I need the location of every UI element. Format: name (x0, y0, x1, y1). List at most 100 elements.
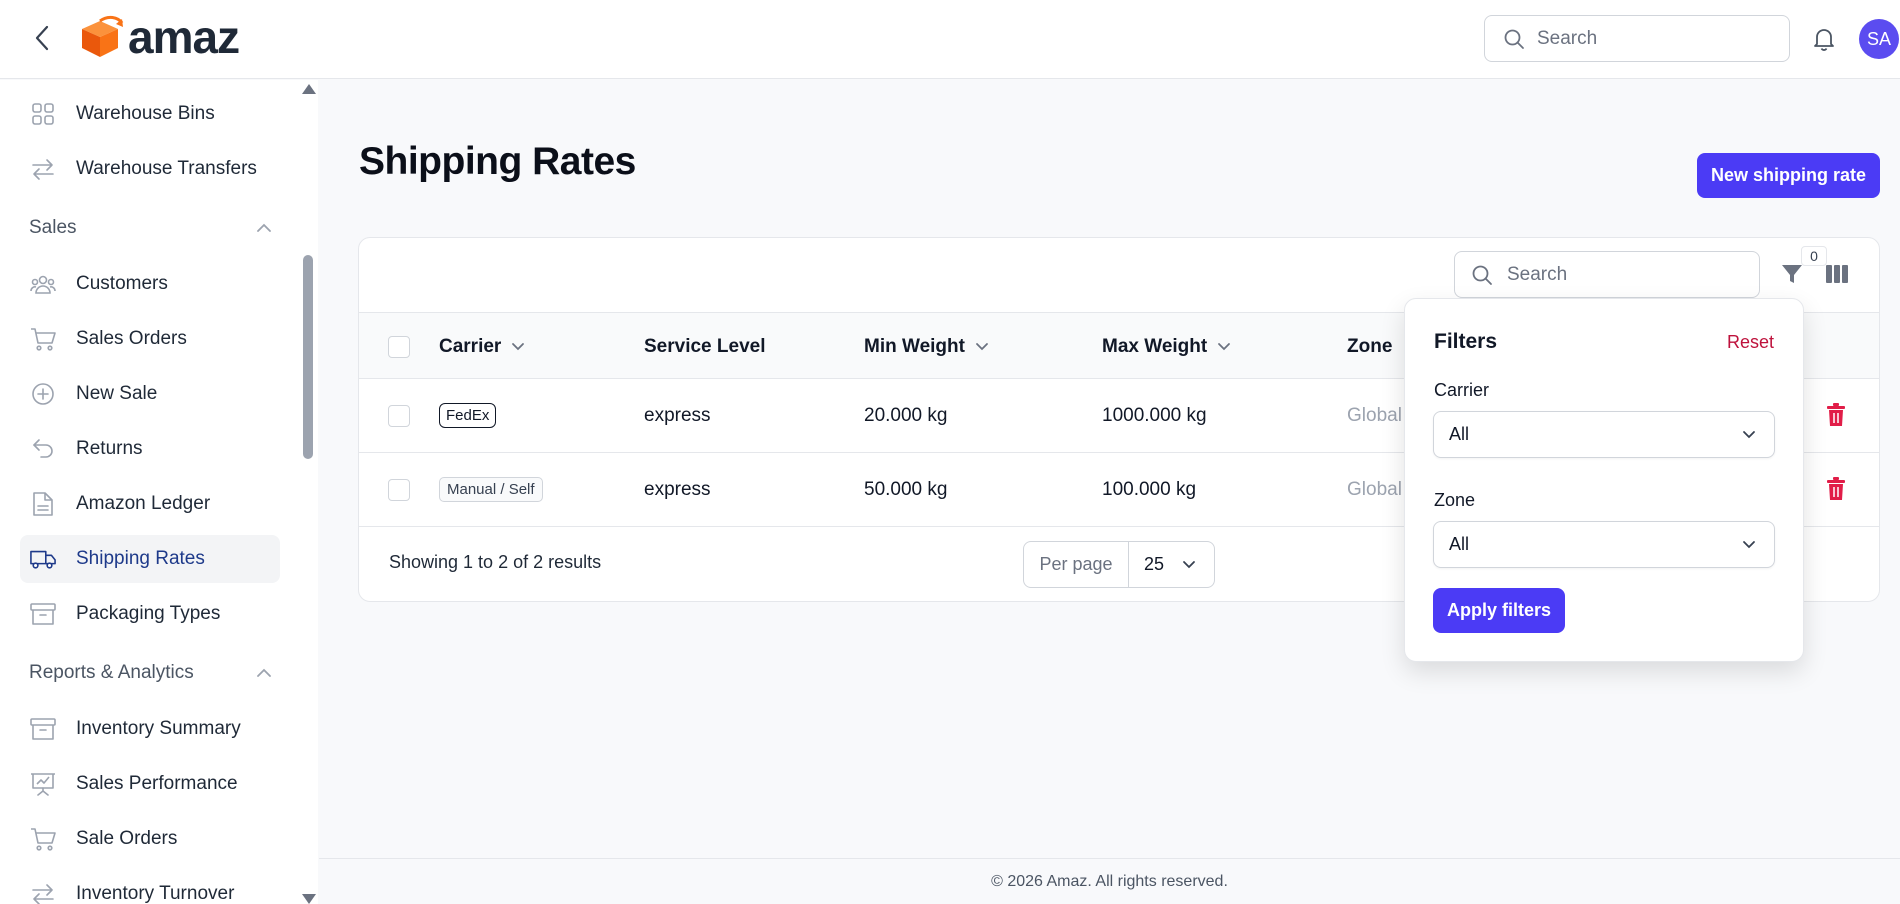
apply-filters-button[interactable]: Apply filters (1433, 588, 1565, 633)
logo-text: amaz (128, 11, 240, 63)
sidebar-item-inventory-summary[interactable]: Inventory Summary (20, 705, 280, 753)
table-search-input[interactable] (1507, 263, 1737, 286)
copyright-text: © 2026 Amaz. All rights reserved. (991, 872, 1228, 890)
chevron-down-icon (976, 342, 988, 350)
cell-carrier: FedEx (439, 379, 497, 452)
sidebar-item-label: Inventory Summary (76, 718, 241, 739)
column-header-max-weight[interactable]: Max Weight (1102, 313, 1231, 380)
row-checkbox-cell (388, 453, 410, 526)
chevron-down-icon (1218, 342, 1231, 350)
sidebar-item-label: Packaging Types (76, 603, 221, 624)
column-header-zone[interactable]: Zone (1347, 313, 1392, 380)
column-label: Carrier (439, 335, 502, 357)
per-page-select[interactable]: 25 (1129, 542, 1214, 587)
sidebar-item-label: Sales Orders (76, 328, 187, 349)
sidebar-section-reports-analytics[interactable]: Reports & Analytics (29, 658, 271, 688)
sidebar-item-label: New Sale (76, 383, 158, 404)
arrows-swap-icon (30, 881, 56, 904)
carrier-filter-select[interactable]: All (1433, 411, 1775, 458)
column-label: Service Level (644, 335, 766, 357)
sidebar-item-label: Sales Performance (76, 773, 238, 794)
sidebar-item-warehouse-bins[interactable]: Warehouse Bins (20, 90, 280, 138)
plus-circle-icon (30, 381, 56, 407)
grid-icon (30, 101, 56, 127)
sidebar-item-sales-performance[interactable]: Sales Performance (20, 760, 280, 808)
chevron-up-icon (257, 668, 271, 677)
sidebar-item-label: Warehouse Bins (76, 103, 215, 124)
delete-button[interactable] (1825, 476, 1847, 502)
select-all-checkbox[interactable] (388, 335, 410, 358)
scroll-down-arrow-icon[interactable] (302, 894, 316, 904)
user-avatar[interactable]: SA (1859, 19, 1899, 59)
column-header-carrier[interactable]: Carrier (439, 313, 525, 380)
chevron-down-icon (1743, 430, 1755, 438)
per-page-value: 25 (1144, 554, 1165, 574)
sidebar-item-label: Amazon Ledger (76, 493, 211, 514)
sidebar-item-warehouse-transfers[interactable]: Warehouse Transfers (20, 145, 280, 193)
notifications-button[interactable] (1810, 24, 1838, 54)
document-icon (30, 491, 56, 517)
archive-box-icon (30, 716, 56, 742)
zone-filter-value: All (1449, 534, 1470, 554)
archive-box-icon (30, 601, 56, 627)
select-all-checkbox-cell (388, 313, 410, 380)
zone-filter-select[interactable]: All (1433, 521, 1775, 568)
sidebar-item-returns[interactable]: Returns (20, 425, 280, 473)
column-header-min-weight[interactable]: Min Weight (864, 313, 989, 380)
sidebar-item-sale-orders[interactable]: Sale Orders (20, 815, 280, 863)
table-search[interactable] (1454, 251, 1760, 298)
chevron-down-icon (512, 342, 525, 350)
sidebar-item-label: Returns (76, 438, 143, 459)
top-bar: amaz SA (0, 0, 1900, 79)
section-title: Sales (29, 217, 77, 238)
scroll-up-arrow-icon[interactable] (302, 84, 316, 94)
return-arrow-icon (30, 436, 56, 462)
sidebar-item-customers[interactable]: Customers (20, 260, 280, 308)
column-header-service-level: Service Level (644, 313, 765, 380)
reset-filters-link[interactable]: Reset (1727, 332, 1774, 353)
sidebar-section-sales[interactable]: Sales (29, 213, 271, 243)
cell-min-weight: 50.000 kg (864, 478, 948, 500)
row-checkbox[interactable] (388, 404, 410, 427)
funnel-icon (1782, 265, 1802, 283)
cell-carrier: Manual / Self (439, 453, 543, 526)
new-shipping-rate-button[interactable]: New shipping rate (1697, 153, 1880, 198)
chevron-up-icon (257, 223, 271, 232)
sidebar-item-amazon-ledger[interactable]: Amazon Ledger (20, 480, 280, 528)
global-search-input[interactable] (1537, 27, 1767, 50)
app-logo[interactable]: amaz (78, 11, 240, 63)
row-checkbox[interactable] (388, 478, 410, 501)
search-icon (1504, 29, 1524, 49)
global-search[interactable] (1484, 15, 1790, 62)
carrier-badge: Manual / Self (439, 477, 543, 502)
columns-toggle-button[interactable] (1824, 262, 1850, 286)
back-button[interactable] (28, 24, 56, 52)
truck-icon (30, 546, 56, 572)
sidebar-scrollbar-thumb[interactable] (303, 255, 313, 459)
logo-box-icon (82, 15, 124, 57)
trash-icon (1827, 477, 1845, 500)
delete-button[interactable] (1825, 402, 1847, 428)
cart-icon (30, 326, 56, 352)
per-page-control: Per page 25 (1023, 541, 1215, 588)
sidebar-item-packaging-types[interactable]: Packaging Types (20, 590, 280, 638)
sidebar-item-label: Inventory Turnover (76, 883, 235, 904)
results-summary: Showing 1 to 2 of 2 results (389, 552, 602, 572)
zone-filter-label: Zone (1434, 490, 1476, 510)
column-label: Max Weight (1102, 335, 1208, 357)
cell-zone: Global (1347, 478, 1402, 500)
section-title: Reports & Analytics (29, 662, 194, 683)
cell-max-weight: 1000.000 kg (1102, 404, 1207, 426)
chevron-down-icon (1743, 540, 1755, 548)
chevron-left-icon (35, 25, 49, 51)
cart-icon (30, 826, 56, 852)
sidebar-item-new-sale[interactable]: New Sale (20, 370, 280, 418)
sidebar-scrollbar[interactable] (302, 80, 318, 904)
cell-min-weight: 20.000 kg (864, 404, 948, 426)
sidebar-item-inventory-turnover[interactable]: Inventory Turnover (20, 870, 280, 904)
bell-icon (1814, 29, 1834, 51)
sidebar-item-sales-orders[interactable]: Sales Orders (20, 315, 280, 363)
footer: © 2026 Amaz. All rights reserved. (319, 858, 1900, 904)
row-checkbox-cell (388, 379, 410, 452)
sidebar-item-shipping-rates[interactable]: Shipping Rates (20, 535, 280, 583)
